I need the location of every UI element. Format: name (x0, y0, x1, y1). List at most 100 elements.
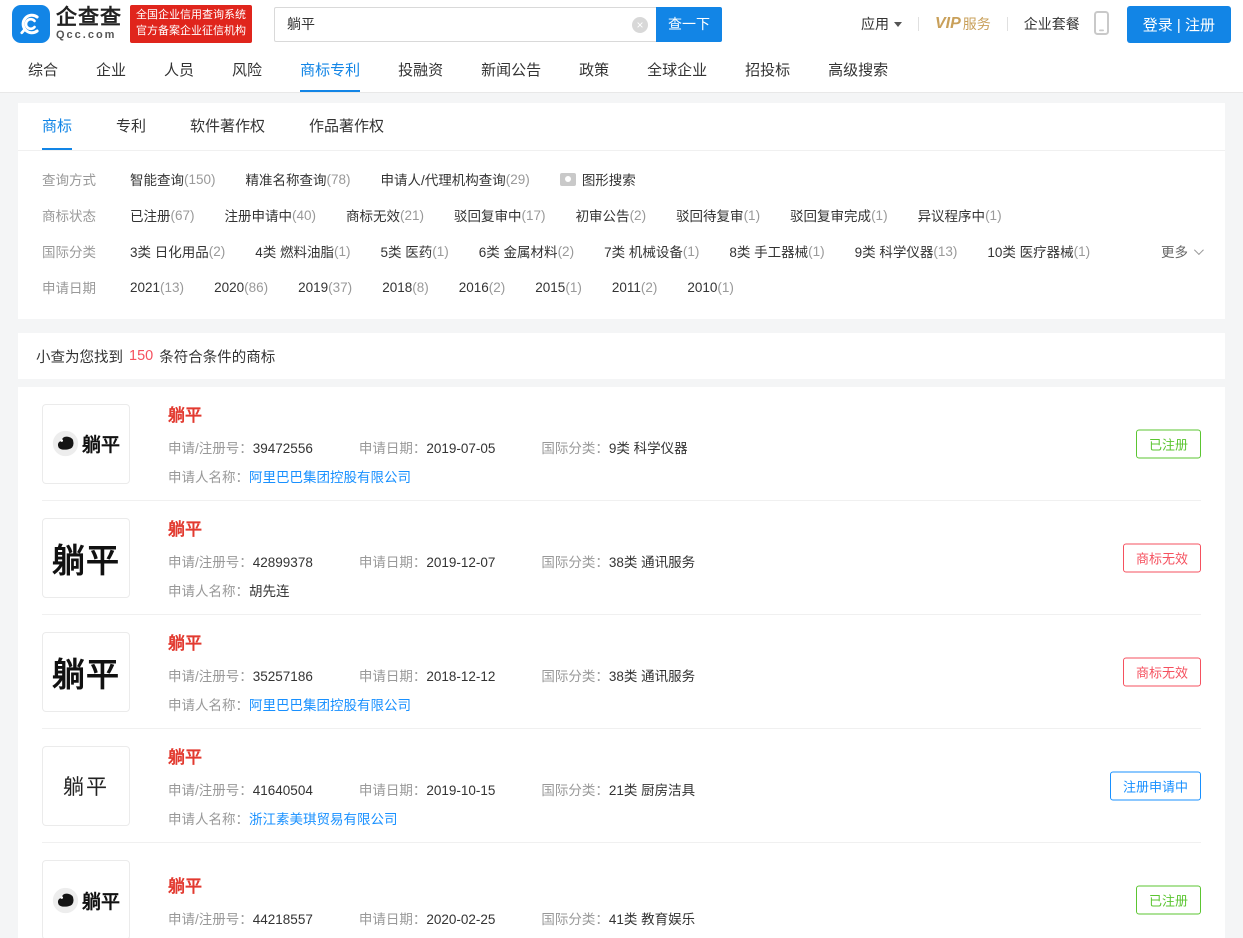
filter-option[interactable]: 2018 (8) (382, 280, 429, 295)
nav-tab-qiye[interactable]: 企业 (96, 48, 126, 92)
filter-option[interactable]: 注册申请中 (40) (225, 205, 317, 225)
filter-option[interactable]: 9类 科学仪器 (13) (855, 241, 958, 261)
search-button[interactable]: 查一下 (656, 6, 722, 42)
nav-tab-zonghe[interactable]: 综合 (28, 48, 58, 92)
mobile-phone-icon[interactable] (1093, 10, 1109, 38)
applicant-link[interactable]: 阿里巴巴集团控股有限公司 (249, 698, 411, 713)
apply-date-field: 申请日期：2020-02-25 (358, 912, 496, 927)
filter-option[interactable]: 8类 手工器械 (1) (729, 241, 824, 261)
filter-option[interactable]: 商标无效 (21) (346, 205, 424, 225)
result-count: 150 (129, 348, 154, 364)
filter-row-label: 查询方式 (42, 173, 96, 188)
search-bar: × 查一下 (274, 6, 722, 42)
search-clear-icon[interactable]: × (632, 16, 648, 33)
subtab-software-copyright[interactable]: 软件著作权 (190, 103, 265, 150)
search-input[interactable] (274, 6, 656, 42)
trademark-name-link[interactable]: 躺平 (168, 743, 741, 768)
trademark-info: 躺平 申请/注册号：42899378 申请日期：2019-12-07 国际分类：… (168, 515, 741, 600)
credential-badge-line1: 全国企业信用查询系统 (136, 9, 246, 22)
nav-tab-renyuan[interactable]: 人员 (164, 48, 194, 92)
trademark-name-link[interactable]: 躺平 (168, 401, 734, 426)
filter-option[interactable]: 2019 (37) (298, 280, 352, 295)
sheep-icon (52, 430, 79, 457)
filter-option[interactable]: 初审公告 (2) (576, 205, 647, 225)
qcc-logo[interactable]: 企查查 Qcc.com 全国企业信用查询系统 官方备案企业征信机构 (12, 5, 252, 43)
filter-row-trademark-status: 商标状态 已注册 (67) 注册申请中 (40) 商标无效 (21) 驳回复审中 (17… (42, 197, 1201, 233)
filter-option[interactable]: 2016 (2) (459, 280, 506, 295)
nav-tab-zhengce[interactable]: 政策 (579, 48, 609, 92)
apply-date-field: 申请日期：2019-07-05 (358, 441, 496, 456)
filter-option[interactable]: 2021 (13) (130, 280, 184, 295)
filter-row-apply-date: 申请日期 2021 (13) 2020 (86) 2019 (37) 2018 (8) … (42, 269, 1201, 305)
header-right-menu: 应用 VIP 服务 企业套餐 登录 | 注册 (861, 5, 1231, 43)
filter-row-label: 国际分类 (42, 245, 96, 260)
nav-tab-shangbiaozhuanli[interactable]: 商标专利 (300, 48, 361, 92)
login-register-button[interactable]: 登录 | 注册 (1126, 5, 1231, 43)
reg-no-field: 申请/注册号：39472556 (168, 441, 313, 456)
nav-tab-quanqiuqiye[interactable]: 全球企业 (647, 48, 707, 92)
applicant-link[interactable]: 阿里巴巴集团控股有限公司 (249, 470, 411, 485)
applicant-link[interactable]: 浙江素美琪贸易有限公司 (249, 812, 398, 827)
reg-no-field: 申请/注册号：35257186 (168, 669, 313, 684)
filter-option[interactable]: 驳回复审完成 (1) (790, 205, 888, 225)
more-classes-link[interactable]: 更多 (1161, 241, 1204, 261)
nav-tab-gaojisousuo[interactable]: 高级搜索 (828, 48, 888, 92)
sheep-icon (52, 887, 79, 913)
nav-tab-fengxian[interactable]: 风险 (232, 48, 262, 92)
trademark-image[interactable]: 躺平 (42, 403, 130, 484)
filter-option[interactable]: 4类 燃料油脂 (1) (255, 241, 350, 261)
filter-option[interactable]: 智能查询 (150) (130, 169, 216, 189)
filter-row-query-mode: 查询方式 智能查询 (150) 精准名称查询 (78) 申请人/代理机构查询 (29)… (42, 161, 1201, 197)
applicant-field: 申请人名称：胡先连 (168, 584, 290, 599)
app-menu[interactable]: 应用 (861, 14, 902, 34)
trademark-info: 躺平 申请/注册号：39472556 申请日期：2019-07-05 国际分类：… (168, 401, 734, 486)
trademark-result-item: 躺平 躺平 申请/注册号：41640504 申请日期：2019-10-15 国际… (42, 729, 1201, 843)
filter-option[interactable]: 驳回复审中 (17) (454, 205, 546, 225)
apply-date-field: 申请日期：2019-12-07 (358, 555, 496, 570)
subtab-work-copyright[interactable]: 作品著作权 (309, 103, 384, 150)
filter-option[interactable]: 2015 (1) (535, 280, 582, 295)
filter-option[interactable]: 精准名称查询 (78) (246, 169, 351, 189)
filter-option[interactable]: 2020 (86) (214, 280, 268, 295)
divider (1006, 17, 1008, 31)
image-search-option[interactable]: 图形搜索 (559, 169, 636, 189)
filter-row-label: 申请日期 (42, 281, 96, 296)
subtab-trademark[interactable]: 商标 (42, 103, 73, 150)
filter-option[interactable]: 驳回待复审 (1) (676, 205, 760, 225)
nav-tab-zhaotoubiao[interactable]: 招投标 (745, 48, 790, 92)
filter-option[interactable]: 3类 日化用品 (2) (130, 241, 225, 261)
subtab-patent[interactable]: 专利 (116, 103, 146, 150)
trademark-name-link[interactable]: 躺平 (168, 872, 741, 897)
filter-option[interactable]: 申请人/代理机构查询 (29) (381, 169, 530, 189)
trademark-image[interactable]: 躺平 (42, 745, 130, 826)
filter-option[interactable]: 2011 (2) (612, 280, 658, 295)
trademark-info: 躺平 申请/注册号：35257186 申请日期：2018-12-12 国际分类：… (168, 629, 741, 714)
filter-option[interactable]: 已注册 (67) (130, 205, 195, 225)
camera-icon (559, 172, 576, 186)
trademark-name-link[interactable]: 躺平 (168, 515, 741, 540)
top-header: 企查查 Qcc.com 全国企业信用查询系统 官方备案企业征信机构 × 查一下 … (0, 0, 1243, 48)
vip-service-link[interactable]: VIP 服务 (935, 14, 991, 34)
nav-tab-tourongzi[interactable]: 投融资 (398, 48, 443, 92)
nav-tab-xinwengonggao[interactable]: 新闻公告 (481, 48, 541, 92)
credential-badge-line2: 官方备案企业征信机构 (136, 25, 246, 37)
trademark-result-item: 躺平 躺平 申请/注册号：35257186 申请日期：2018-12-12 国际… (42, 615, 1201, 729)
status-badge: 已注册 (1135, 429, 1201, 458)
trademark-name-link[interactable]: 躺平 (168, 629, 741, 654)
trademark-image[interactable]: 躺平 (42, 517, 130, 598)
filter-option[interactable]: 异议程序中 (1) (918, 205, 1002, 225)
trademark-image[interactable]: 躺平 (42, 860, 130, 938)
intl-class-field: 国际分类：38类 通讯服务 (541, 555, 696, 570)
intl-class-field: 国际分类：41类 教育娱乐 (541, 912, 696, 927)
reg-no-field: 申请/注册号：44218557 (168, 912, 313, 927)
filter-option[interactable]: 7类 机械设备 (1) (604, 241, 699, 261)
trademark-image[interactable]: 躺平 (42, 631, 130, 712)
filter-option[interactable]: 5类 医药 (1) (381, 241, 449, 261)
filter-option[interactable]: 2010 (1) (687, 280, 734, 295)
status-badge: 已注册 (1135, 885, 1201, 915)
trademark-info: 躺平 申请/注册号：41640504 申请日期：2019-10-15 国际分类：… (168, 743, 741, 828)
filter-option[interactable]: 6类 金属材料 (2) (479, 241, 574, 261)
enterprise-package-link[interactable]: 企业套餐 (1024, 14, 1080, 34)
filter-option[interactable]: 10类 医疗器械 (1) (987, 241, 1090, 261)
intl-class-field: 国际分类：38类 通讯服务 (541, 669, 696, 684)
